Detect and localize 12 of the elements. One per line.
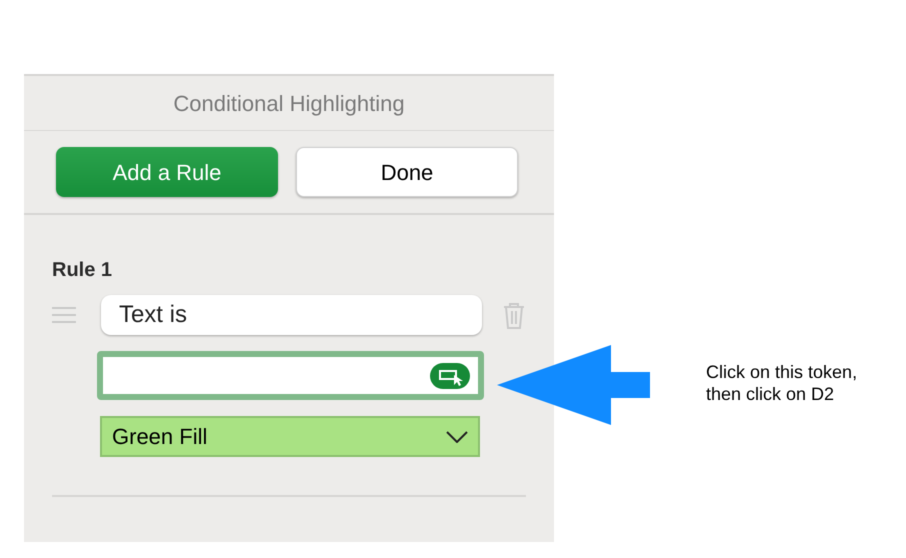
value-field[interactable]	[97, 351, 484, 400]
style-dropdown[interactable]: Green Fill	[100, 416, 480, 457]
done-button[interactable]: Done	[296, 147, 518, 197]
condition-field[interactable]: Text is	[100, 295, 482, 335]
chevron-down-icon	[446, 430, 468, 442]
panel-title: Conditional Highlighting	[173, 90, 405, 118]
annotation-text: Click on this token, then click on D2	[706, 361, 858, 405]
arrow-icon	[497, 345, 650, 425]
rule-title: Rule 1	[52, 258, 114, 283]
cell-reference-token-icon[interactable]	[430, 362, 470, 388]
drag-handle-icon[interactable]	[52, 307, 76, 323]
add-rule-button[interactable]: Add a Rule	[56, 147, 278, 197]
